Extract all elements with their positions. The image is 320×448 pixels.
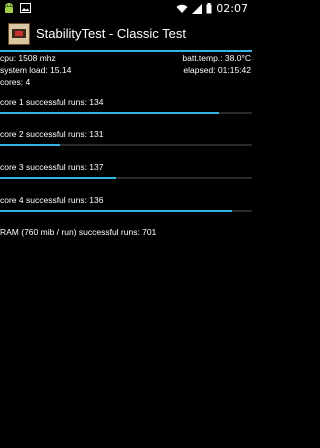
page-title: StabilityTest - Classic Test <box>36 26 187 41</box>
core-4-label: core 4 successful runs: 136 <box>0 195 104 205</box>
core-2-label: core 2 successful runs: 131 <box>0 129 104 139</box>
stats-panel: cpu: 1508 mhz batt.temp.: 38.0°C system … <box>0 52 252 88</box>
cpu-stat: cpu: 1508 mhz <box>0 53 56 63</box>
core-3-progress-track <box>0 177 252 179</box>
status-time: 02:07 <box>216 2 248 15</box>
wifi-icon <box>176 4 188 13</box>
elapsed-stat: elapsed: 01:15:42 <box>183 65 251 75</box>
core-2-progress-track <box>0 144 252 146</box>
core-2-row: core 2 successful runs: 131 <box>0 128 252 146</box>
core-3-progress-fill <box>0 177 116 179</box>
android-icon <box>5 3 13 13</box>
cores-stat: cores: 4 <box>0 77 31 87</box>
core-1-progress-fill <box>0 112 220 114</box>
system-load-stat: system load: 15.14 <box>0 65 72 75</box>
core-4-progress-fill <box>0 210 232 212</box>
image-icon <box>20 3 31 13</box>
ram-label: RAM (760 mib / run) successful runs: 701 <box>0 227 157 237</box>
app-icon[interactable] <box>8 23 30 45</box>
signal-icon <box>192 3 203 14</box>
core-4-progress-track <box>0 210 252 212</box>
battery-temp-stat: batt.temp.: 38.0°C <box>182 53 251 63</box>
core-4-row: core 4 successful runs: 136 <box>0 194 252 212</box>
action-bar: StabilityTest - Classic Test <box>0 18 252 52</box>
core-1-row: core 1 successful runs: 134 <box>0 96 252 114</box>
core-1-label: core 1 successful runs: 134 <box>0 97 104 107</box>
battery-icon <box>206 3 212 14</box>
status-bar: 02:07 <box>0 0 252 18</box>
core-1-progress-track <box>0 112 252 114</box>
core-2-progress-fill <box>0 144 61 146</box>
core-3-row: core 3 successful runs: 137 <box>0 161 252 179</box>
core-3-label: core 3 successful runs: 137 <box>0 162 104 172</box>
